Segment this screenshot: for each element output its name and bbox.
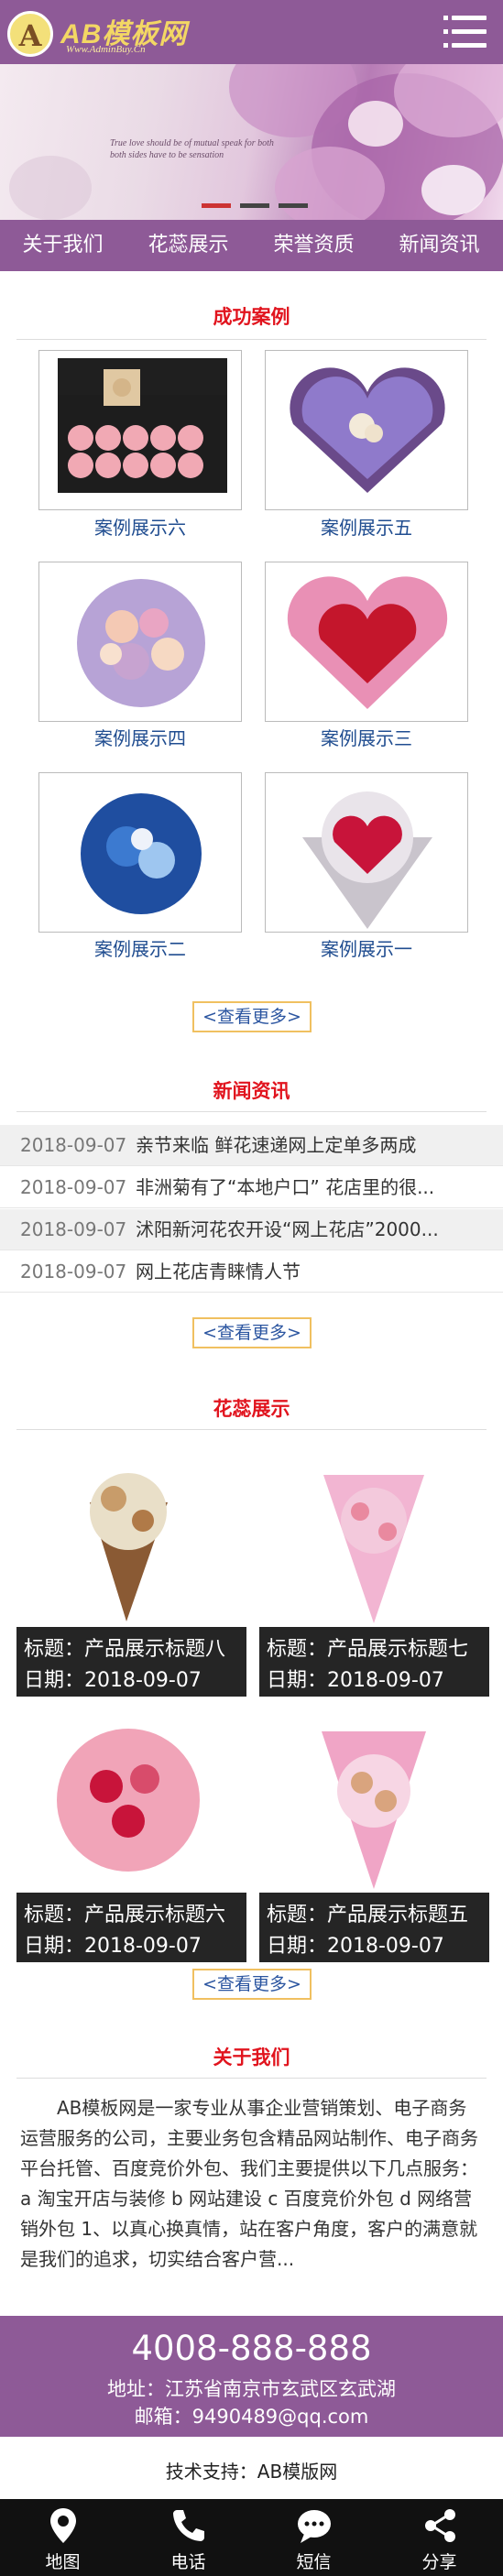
news-item[interactable]: 2018-09-07 网上花店青睐情人节	[0, 1251, 503, 1293]
news-title[interactable]: 亲节来临 鲜花速递网上定单多两成	[136, 1125, 484, 1165]
more-label: 查看更多	[216, 1323, 287, 1343]
product-caption: 标题：产品展示标题六 日期：2018-09-07	[16, 1893, 246, 1962]
news-date: 2018-09-07	[20, 1261, 127, 1283]
news-date: 2018-09-07	[20, 1134, 127, 1156]
case-image[interactable]	[38, 562, 242, 722]
tech-support: 技术支持：AB模版网	[165, 2461, 338, 2483]
product-card[interactable]: 标题：产品展示标题八 日期：2018-09-07	[16, 1447, 246, 1697]
nav-item-flowers[interactable]: 花蕊展示	[126, 220, 251, 271]
toolbar-label: 分享	[421, 2552, 457, 2572]
news-item[interactable]: 2018-09-07 亲节来临 鲜花速递网上定单多两成	[0, 1125, 503, 1166]
site-header: A AB模板网 Www.AdminBuy.Cn	[0, 0, 503, 64]
map-pin-icon	[50, 2508, 76, 2543]
carousel-dot[interactable]	[202, 203, 231, 208]
section-title-products: 花蕊展示	[213, 1398, 290, 1420]
toolbar-share-button[interactable]: 分享	[377, 2499, 502, 2576]
case-label[interactable]: 案例展示一	[265, 934, 468, 961]
cases-more-button[interactable]: <查看更多>	[192, 1001, 312, 1032]
case-image[interactable]	[38, 772, 242, 933]
news-date: 2018-09-07	[20, 1176, 127, 1198]
product-title[interactable]: 标题：产品展示标题六	[24, 1900, 246, 1931]
banner-quote: True love should be of mutual speak for …	[110, 138, 274, 160]
product-date: 日期：2018-09-07	[267, 1935, 444, 1958]
section-title-cases: 成功案例	[213, 306, 290, 328]
case-image[interactable]	[38, 350, 242, 510]
logo-letter: A	[18, 18, 42, 53]
footer-phone[interactable]: 4008-888-888	[0, 2329, 503, 2368]
product-title[interactable]: 标题：产品展示标题七	[267, 1634, 489, 1665]
carousel-dots	[202, 203, 312, 209]
more-label: 查看更多	[216, 1007, 287, 1027]
main-nav: 关于我们 花蕊展示 荣誉资质 新闻资讯	[0, 220, 503, 271]
hero-banner[interactable]: True love should be of mutual speak for …	[0, 64, 503, 220]
toolbar-label: 地图	[45, 2552, 81, 2572]
product-card[interactable]: 标题：产品展示标题七 日期：2018-09-07	[259, 1447, 489, 1697]
toolbar-map-button[interactable]: 地图	[0, 2499, 126, 2576]
more-label: 查看更多	[216, 1974, 287, 1994]
product-date: 日期：2018-09-07	[24, 1935, 202, 1958]
menu-icon[interactable]	[443, 16, 487, 49]
product-card[interactable]: 标题：产品展示标题六 日期：2018-09-07	[16, 1713, 246, 1962]
news-title[interactable]: 网上花店青睐情人节	[136, 1251, 484, 1292]
footer-address: 地址：江苏省南京市玄武区玄武湖	[107, 2378, 396, 2400]
news-item[interactable]: 2018-09-07 沭阳新河花农开设“网上花店”2000...	[0, 1209, 503, 1250]
toolbar-label: 电话	[170, 2552, 206, 2572]
product-caption: 标题：产品展示标题八 日期：2018-09-07	[16, 1627, 246, 1697]
product-date: 日期：2018-09-07	[24, 1669, 202, 1692]
case-image[interactable]	[265, 350, 468, 510]
case-label[interactable]: 案例展示六	[38, 513, 242, 540]
news-title[interactable]: 非洲菊有了“本地户口” 花店里的很...	[136, 1167, 484, 1207]
carousel-dot[interactable]	[240, 203, 269, 208]
news-item[interactable]: 2018-09-07 非洲菊有了“本地户口” 花店里的很...	[0, 1167, 503, 1208]
footer-email[interactable]: 邮箱：9490489@qq.com	[0, 2402, 503, 2429]
news-date: 2018-09-07	[20, 1218, 127, 1240]
product-caption: 标题：产品展示标题五 日期：2018-09-07	[259, 1893, 489, 1962]
bottom-toolbar: 地图 电话 短信 分享	[0, 2499, 503, 2576]
nav-item-honors[interactable]: 荣誉资质	[251, 220, 377, 271]
product-card[interactable]: 标题：产品展示标题五 日期：2018-09-07	[259, 1713, 489, 1962]
case-image[interactable]	[265, 562, 468, 722]
phone-icon	[173, 2510, 204, 2541]
share-icon	[425, 2509, 455, 2542]
product-date: 日期：2018-09-07	[267, 1669, 444, 1692]
case-label[interactable]: 案例展示三	[265, 724, 468, 750]
about-text: AB模板网是一家专业从事企业营销策划、电子商务运营服务的公司，主要业务包含精品网…	[20, 2097, 478, 2270]
case-label[interactable]: 案例展示二	[38, 934, 242, 961]
section-title-news: 新闻资讯	[213, 1080, 290, 1102]
product-title[interactable]: 标题：产品展示标题五	[267, 1900, 489, 1931]
product-title[interactable]: 标题：产品展示标题八	[24, 1634, 246, 1665]
case-label[interactable]: 案例展示四	[38, 724, 242, 750]
logo-subtext: Www.AdminBuy.Cn	[66, 44, 146, 55]
carousel-dot[interactable]	[279, 203, 308, 208]
logo-badge: A	[7, 11, 53, 57]
sms-icon	[298, 2510, 331, 2543]
divider	[16, 1111, 487, 1112]
nav-item-news[interactable]: 新闻资讯	[377, 220, 502, 271]
site-logo[interactable]: A AB模板网 Www.AdminBuy.Cn	[7, 9, 191, 57]
divider	[16, 1429, 487, 1430]
divider	[16, 2078, 487, 2079]
toolbar-phone-button[interactable]: 电话	[126, 2499, 251, 2576]
news-more-button[interactable]: <查看更多>	[192, 1317, 312, 1348]
case-image[interactable]	[265, 772, 468, 933]
site-footer: 4008-888-888 地址：江苏省南京市玄武区玄武湖 邮箱：9490489@…	[0, 2316, 503, 2437]
divider	[16, 339, 487, 340]
section-title-about: 关于我们	[213, 2047, 290, 2068]
toolbar-label: 短信	[296, 2552, 332, 2572]
toolbar-sms-button[interactable]: 短信	[251, 2499, 377, 2576]
nav-item-about[interactable]: 关于我们	[0, 220, 126, 271]
news-title[interactable]: 沭阳新河花农开设“网上花店”2000...	[136, 1209, 484, 1250]
case-label[interactable]: 案例展示五	[265, 513, 468, 540]
product-caption: 标题：产品展示标题七 日期：2018-09-07	[259, 1627, 489, 1697]
products-more-button[interactable]: <查看更多>	[192, 1969, 312, 2000]
